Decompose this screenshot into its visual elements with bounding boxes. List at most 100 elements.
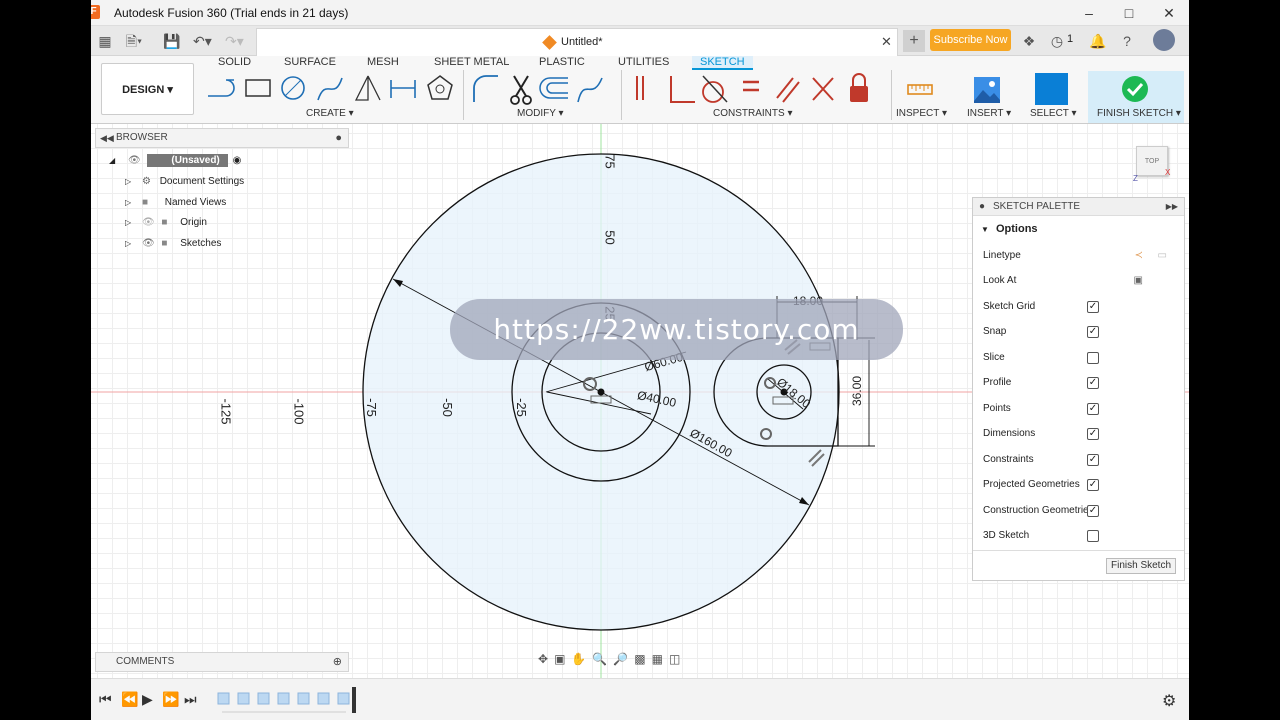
close-tab-icon[interactable]: ✕ [881,34,892,50]
hidden-eye-icon[interactable]: 👁 [142,217,155,228]
expand-icon[interactable]: ◢ [109,156,115,165]
timeline-settings-gear-icon[interactable]: ⚙ [1162,691,1176,711]
finish-sketch-button[interactable]: Finish Sketch [1106,558,1176,574]
tab-sheet-metal[interactable]: SHEET METAL [434,56,509,68]
subscribe-button[interactable]: Subscribe Now [930,29,1011,51]
visibility-eye-icon[interactable]: 👁 [142,238,155,249]
linetype-icon[interactable]: ≺ [1135,247,1143,265]
constraint-tools-icons[interactable] [631,72,876,106]
dimension-height-36[interactable]: 36.00 [850,376,864,406]
display-settings-icon[interactable]: ▩ [634,652,651,666]
new-tab-icon[interactable]: + [903,30,925,52]
tab-plastic[interactable]: PLASTIC [539,56,585,68]
app-window: F Autodesk Fusion 360 (Trial ends in 21 … [91,0,1189,720]
insert-image-icon[interactable] [973,76,1001,104]
palette-header[interactable]: ● SKETCH PALETTE ▶▶ [973,198,1184,216]
snap-checkbox[interactable]: ✓ [1087,326,1099,338]
options-section-header[interactable]: ▼ Options [981,223,1038,235]
file-menu-icon[interactable]: 🗎▾ [125,32,143,50]
create-tools-icons[interactable] [204,72,459,106]
expand-icon[interactable]: ▷ [125,239,131,248]
undo-icon[interactable]: ↶▾ [193,32,212,50]
minimize-button[interactable]: – [1069,0,1109,26]
option-profile: Profile ✓ [983,374,1173,392]
tab-sketch[interactable]: SKETCH [692,56,753,70]
insert-group-label[interactable]: INSERT ▾ [967,108,1011,119]
fit-icon[interactable]: 🔎 [613,652,634,666]
activate-radio-icon[interactable]: ◉ [233,155,242,166]
design-workspace-button[interactable]: DESIGN ▾ [101,63,194,115]
play-icon[interactable]: ▶ [142,691,153,708]
select-icon[interactable] [1035,73,1068,105]
extensions-icon[interactable]: ❖ [1020,32,1038,50]
modify-group-label[interactable]: MODIFY ▾ [517,108,564,119]
step-back-icon[interactable]: ⏪ [121,691,138,708]
help-icon[interactable]: ? [1118,32,1136,50]
browser-item-label: Sketches [180,238,222,249]
look-at-icon[interactable]: ▣ [554,652,571,666]
notifications-icon[interactable]: 🔔 [1089,32,1107,50]
zoom-icon[interactable]: 🔍 [592,652,613,666]
projected-geometries-checkbox[interactable]: ✓ [1087,479,1099,491]
collapse-palette-icon[interactable]: ● [979,198,985,216]
job-status-icon[interactable]: ◷ [1048,32,1066,50]
save-icon[interactable]: 💾 [163,32,181,50]
go-to-start-icon[interactable]: ⏮ [99,691,112,708]
finish-sketch-check-icon[interactable] [1121,75,1149,103]
go-to-end-icon[interactable]: ⏭ [184,691,197,708]
root-component[interactable]: (Unsaved) [147,154,228,167]
grid-settings-icon[interactable]: ▦ [652,652,669,666]
step-forward-icon[interactable]: ⏩ [162,691,179,708]
points-checkbox[interactable]: ✓ [1087,403,1099,415]
tab-utilities[interactable]: UTILITIES [618,56,669,68]
expand-palette-icon[interactable]: ▶▶ [1166,198,1178,216]
comments-panel-header[interactable]: COMMENTS ⊕ [95,652,349,672]
browser-panel-header[interactable]: ◀◀ BROWSER ● [95,128,349,148]
view-cube[interactable]: TOP [1136,146,1168,176]
browser-item-document-settings[interactable]: ▷ ⚙ Document Settings [125,173,265,191]
tab-mesh[interactable]: MESH [367,56,399,68]
user-avatar[interactable] [1153,29,1175,51]
profile-checkbox[interactable]: ✓ [1087,377,1099,389]
timeline-marker[interactable] [352,687,356,713]
look-at-icon[interactable]: ▣ [1134,272,1143,290]
redo-icon[interactable]: ↷▾ [225,32,244,50]
expand-icon[interactable]: ▷ [125,177,131,186]
finish-sketch-label[interactable]: FINISH SKETCH ▾ [1097,108,1181,119]
viewports-icon[interactable]: ◫ [669,652,686,666]
dimensions-checkbox[interactable]: ✓ [1087,428,1099,440]
tab-surface[interactable]: SURFACE [284,56,336,68]
maximize-button[interactable]: □ [1109,0,1149,26]
add-comment-icon[interactable]: ⊕ [333,653,342,671]
expand-icon[interactable]: ▷ [125,218,131,227]
construction-geometries-checkbox[interactable]: ✓ [1087,505,1099,517]
inspect-group-label[interactable]: INSPECT ▾ [896,108,947,119]
data-panel-grid-icon[interactable]: ▦ [96,32,114,50]
create-group-label[interactable]: CREATE ▾ [306,108,354,119]
browser-toggle-icon[interactable]: ● [335,129,342,147]
expand-icon[interactable]: ▷ [125,198,131,207]
collapse-browser-icon[interactable]: ◀◀ [100,129,114,147]
option-label: Points [983,403,1011,414]
slice-checkbox[interactable] [1087,352,1099,364]
section-toggle-icon[interactable]: ▼ [981,225,989,234]
browser-item-named-views[interactable]: ▷ ■ Named Views [125,194,265,212]
constraints-group-label[interactable]: CONSTRAINTS ▾ [713,108,792,119]
pan-hand-icon[interactable]: ✋ [571,652,592,666]
modify-tools-icons[interactable] [470,72,610,106]
orbit-icon[interactable]: ✥ [538,652,554,666]
browser-root-row[interactable]: ◢ 👁 (Unsaved) ◉ [109,152,249,170]
measure-icon[interactable] [906,76,934,104]
browser-item-sketches[interactable]: ▷ 👁 ■ Sketches [125,235,265,253]
timeline-features[interactable] [216,691,351,713]
tab-solid[interactable]: SOLID [218,56,251,68]
sketch-grid-checkbox[interactable]: ✓ [1087,301,1099,313]
constraints-checkbox[interactable]: ✓ [1087,454,1099,466]
select-group-label[interactable]: SELECT ▾ [1030,108,1077,119]
close-window-button[interactable]: ✕ [1149,0,1189,26]
browser-item-origin[interactable]: ▷ 👁 ■ Origin [125,214,265,232]
document-tab[interactable]: Untitled* ✕ [256,28,898,56]
linetype-alt-icon[interactable]: ▭ [1158,247,1167,265]
3d-sketch-checkbox[interactable] [1087,530,1099,542]
visibility-eye-icon[interactable]: 👁 [128,155,141,166]
